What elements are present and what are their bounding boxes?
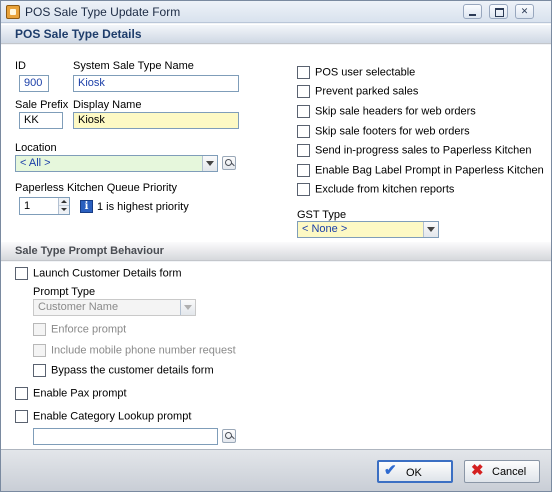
id-label: ID — [15, 60, 26, 72]
stepper-up-icon[interactable] — [59, 198, 69, 206]
prompt-section-header: Sale Type Prompt Behaviour — [1, 241, 551, 261]
checkbox[interactable] — [297, 144, 310, 157]
location-dropdown[interactable]: < All > — [15, 155, 218, 172]
include-mobile-checkbox[interactable]: Include mobile phone number request — [33, 344, 236, 358]
checkbox[interactable] — [297, 183, 310, 196]
gst-type-label: GST Type — [297, 209, 347, 221]
footer: ✔ OK ✖ Cancel — [1, 449, 551, 491]
bypass-customer-details-checkbox[interactable]: Bypass the customer details form — [33, 364, 214, 378]
chevron-down-icon[interactable] — [202, 156, 217, 171]
checkbox[interactable] — [297, 66, 310, 79]
checkbox[interactable] — [297, 164, 310, 177]
app-icon — [6, 5, 20, 19]
category-search-icon[interactable] — [222, 429, 236, 443]
enforce-prompt-checkbox[interactable]: Enforce prompt — [33, 323, 126, 337]
checkbox[interactable] — [33, 323, 46, 336]
gst-type-value: < None > — [302, 223, 348, 235]
option-pos-user-selectable[interactable]: POS user selectable — [297, 66, 415, 80]
option-skip-sale-headers[interactable]: Skip sale headers for web orders — [297, 105, 476, 119]
close-button[interactable]: ✕ — [515, 4, 534, 19]
sale-prefix-label: Sale Prefix — [15, 99, 69, 111]
option-send-in-progress-pk[interactable]: Send in-progress sales to Paperless Kitc… — [297, 144, 531, 158]
display-name-field[interactable]: Kiosk — [73, 112, 239, 129]
stepper-down-icon[interactable] — [59, 206, 69, 214]
checkbox[interactable] — [15, 410, 28, 423]
stepper-arrows — [58, 198, 69, 214]
gst-type-dropdown[interactable]: < None > — [297, 221, 439, 238]
option-bag-label-prompt[interactable]: Enable Bag Label Prompt in Paperless Kit… — [297, 164, 544, 178]
checkbox[interactable] — [15, 267, 28, 280]
prompt-panel: Launch Customer Details form Prompt Type… — [1, 262, 551, 449]
maximize-button[interactable] — [489, 4, 508, 19]
prompt-type-dropdown[interactable]: Customer Name — [33, 299, 196, 316]
option-prevent-parked-sales[interactable]: Prevent parked sales — [297, 85, 418, 99]
id-field[interactable]: 900 — [19, 75, 49, 92]
minimize-button[interactable] — [463, 4, 482, 19]
pk-priority-label: Paperless Kitchen Queue Priority — [15, 182, 178, 194]
pos-sale-type-update-form: POS Sale Type Update Form ✕ POS Sale Typ… — [0, 0, 552, 492]
check-icon: ✔ — [384, 462, 397, 479]
checkbox[interactable] — [33, 364, 46, 377]
display-name-label: Display Name — [73, 99, 142, 111]
info-icon: i — [80, 200, 93, 213]
checkbox[interactable] — [297, 125, 310, 138]
cancel-button[interactable]: ✖ Cancel — [464, 460, 540, 483]
details-panel: ID 900 System Sale Type Name Kiosk Sale … — [1, 45, 551, 241]
checkbox[interactable] — [297, 105, 310, 118]
location-label: Location — [15, 142, 57, 154]
checkbox[interactable] — [33, 344, 46, 357]
chevron-down-icon[interactable] — [180, 300, 195, 315]
checkbox[interactable] — [15, 387, 28, 400]
x-icon: ✖ — [471, 462, 484, 479]
system-name-label: System Sale Type Name — [73, 60, 194, 72]
checkbox[interactable] — [297, 85, 310, 98]
enable-category-lookup-checkbox[interactable]: Enable Category Lookup prompt — [15, 410, 191, 424]
location-search-icon[interactable] — [222, 156, 236, 170]
location-value: < All > — [20, 157, 51, 169]
enable-pax-checkbox[interactable]: Enable Pax prompt — [15, 387, 127, 401]
chevron-down-icon[interactable] — [423, 222, 438, 237]
details-section-header: POS Sale Type Details — [1, 24, 551, 44]
category-lookup-field[interactable] — [33, 428, 218, 445]
system-name-field[interactable]: Kiosk — [73, 75, 239, 92]
option-skip-sale-footers[interactable]: Skip sale footers for web orders — [297, 125, 470, 139]
sale-prefix-field[interactable]: KK — [19, 112, 63, 129]
option-exclude-kitchen-reports[interactable]: Exclude from kitchen reports — [297, 183, 454, 197]
launch-customer-details-checkbox[interactable]: Launch Customer Details form — [15, 267, 182, 281]
pk-priority-stepper[interactable]: 1 — [19, 197, 70, 215]
window-title: POS Sale Type Update Form — [25, 5, 181, 19]
prompt-type-value: Customer Name — [38, 301, 119, 313]
pk-priority-value: 1 — [24, 200, 31, 212]
ok-button[interactable]: ✔ OK — [377, 460, 453, 483]
title-bar: POS Sale Type Update Form ✕ — [1, 1, 551, 23]
prompt-type-label: Prompt Type — [33, 286, 96, 298]
pk-priority-hint: 1 is highest priority — [97, 201, 189, 213]
